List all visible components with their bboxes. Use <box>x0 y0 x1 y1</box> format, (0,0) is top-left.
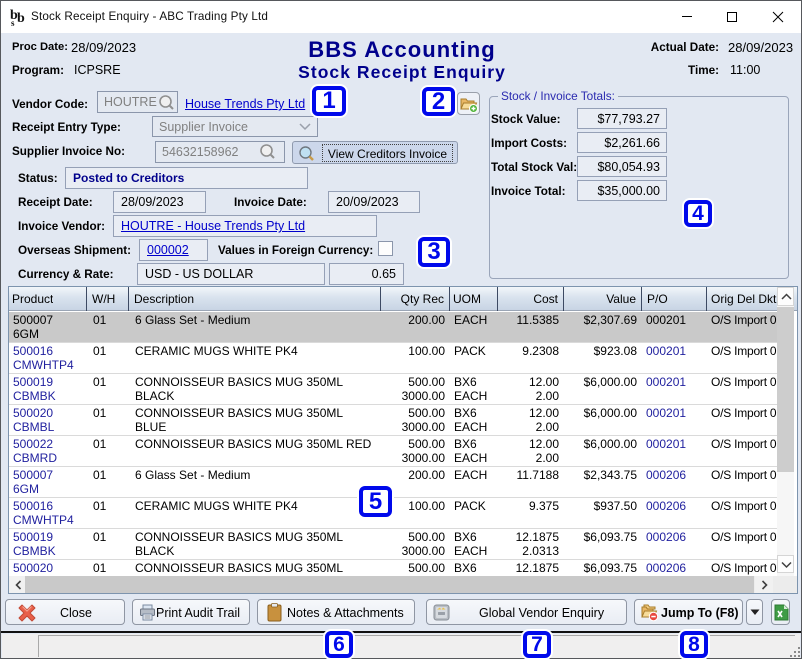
svg-text:s: s <box>11 18 15 27</box>
svg-text:b: b <box>17 11 25 26</box>
